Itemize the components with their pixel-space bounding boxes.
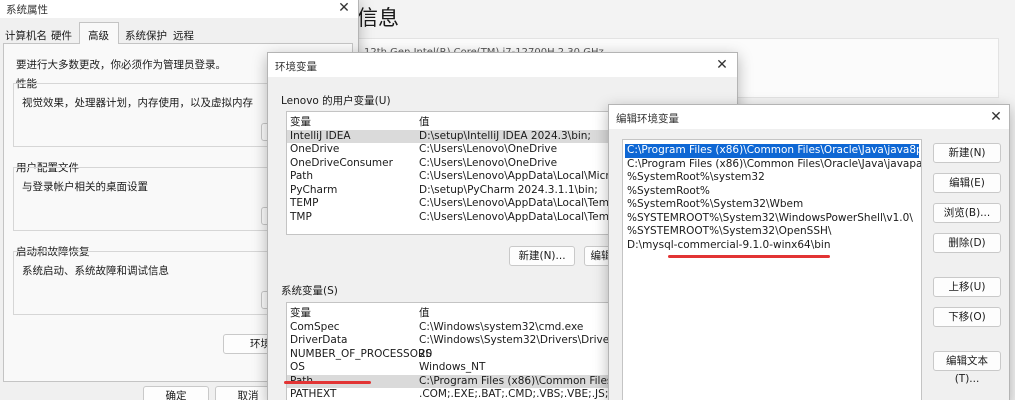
move-up-label: 上移(U)	[948, 281, 986, 293]
table-row[interactable]: ComSpec C:\Windows\system32\cmd.exe	[287, 321, 625, 335]
user-profiles-description: 与登录帐户相关的桌面设置	[22, 181, 148, 193]
annotation-underline-path	[284, 381, 371, 384]
variable-name: TEMP	[290, 197, 319, 209]
new-button[interactable]: 新建(N)	[933, 143, 1001, 163]
new-label: 新建(N)...	[518, 250, 566, 262]
tab-hardware[interactable]: 硬件	[51, 28, 72, 43]
table-row[interactable]: Path C:\Users\Lenovo\AppData\Local\Micros…	[287, 170, 625, 184]
variable-name: TMP	[290, 210, 312, 223]
tab-advanced[interactable]: 高级	[79, 22, 119, 44]
variable-value: C:\Users\Lenovo\OneDrive	[419, 143, 558, 155]
variable-value: Windows_NT	[419, 361, 486, 373]
edit-environment-variable-window: 编辑环境变量 ✕ C:\Program Files (x86)\Common F…	[608, 104, 1010, 400]
cancel-label: 取消	[237, 390, 259, 400]
variable-name: PATHEXT	[290, 388, 337, 400]
variable-name: IntelliJ IDEA	[290, 129, 351, 142]
list-item[interactable]: D:\mysql-commercial-9.1.0-winx64\bin	[625, 239, 919, 253]
table-header: 变量 值	[287, 116, 625, 130]
browse-label: 浏览(B)...	[943, 207, 991, 219]
window-title: 编辑环境变量	[616, 113, 679, 125]
list-item[interactable]: %SystemRoot%	[625, 185, 919, 199]
list-item[interactable]: %SYSTEMROOT%\System32\WindowsPowerShell\…	[625, 212, 919, 226]
tab-computer-name[interactable]: 计算机名	[5, 28, 47, 43]
edit-text-label: 编辑文本(T)...	[946, 355, 988, 385]
table-row[interactable]: PATHEXT .COM;.EXE;.BAT;.CMD;.VBS;.VBE;.JS…	[287, 388, 625, 400]
user-variables-label: Lenovo 的用户变量(U)	[281, 95, 391, 107]
list-item[interactable]: C:\Program Files (x86)\Common Files\Orac…	[625, 144, 921, 158]
close-icon[interactable]: ✕	[984, 107, 1008, 127]
annotation-underline-mysql	[668, 255, 830, 258]
table-row[interactable]: IntelliJ IDEA D:\setup\IntelliJ IDEA 2024…	[287, 129, 625, 143]
table-row[interactable]: OS Windows_NT	[287, 361, 625, 375]
move-down-button[interactable]: 下移(O)	[933, 307, 1001, 327]
system-properties-titlebar: 系统属性	[0, 0, 358, 18]
edit-button[interactable]: 编辑(E)	[933, 173, 1001, 193]
browse-button[interactable]: 浏览(B)...	[933, 203, 1001, 223]
column-header-value: 值	[419, 307, 430, 319]
variable-value: C:\Program Files (x86)\Common Files\Orac…	[419, 374, 625, 387]
edit-environment-variable-titlebar: 编辑环境变量	[609, 105, 1009, 129]
column-header-value: 值	[419, 116, 430, 128]
close-icon[interactable]: ✕	[332, 0, 356, 18]
tab-remote[interactable]: 远程	[173, 28, 194, 43]
variable-value: C:\Windows\system32\cmd.exe	[419, 320, 584, 333]
variable-value: 20	[419, 347, 433, 360]
admin-note: 要进行大多数更改，你必须作为管理员登录。	[16, 59, 226, 71]
window-title: 系统属性	[6, 4, 48, 16]
table-row[interactable]: TMP C:\Users\Lenovo\AppData\Local\Temp	[287, 211, 625, 225]
table-row[interactable]: DriverData C:\Windows\System32\Drivers\Dr…	[287, 334, 625, 348]
variable-name: Path	[290, 170, 314, 182]
tab-system-protection[interactable]: 系统保护	[125, 28, 167, 43]
variable-value: C:\Windows\System32\Drivers\DriverData	[419, 334, 626, 346]
delete-button[interactable]: 删除(D)	[933, 233, 1001, 253]
startup-recovery-description: 系统启动、系统故障和调试信息	[22, 265, 169, 277]
list-item[interactable]: C:\Program Files (x86)\Common Files\Orac…	[625, 158, 921, 172]
edit-label: 编辑(E)	[949, 177, 985, 189]
window-title: 环境变量	[275, 61, 317, 73]
variable-value: C:\Users\Lenovo\OneDrive	[419, 156, 558, 169]
variable-name: NUMBER_OF_PROCESSORS	[290, 347, 432, 360]
system-variables-table: 变量 值 ComSpec C:\Windows\system32\cmd.exe D…	[286, 302, 626, 400]
variable-value: C:\Users\Lenovo\AppData\Local\Microsoft\…	[419, 170, 625, 182]
list-item[interactable]: %SYSTEMROOT%\System32\OpenSSH\	[625, 225, 919, 239]
variable-name: OneDriveConsumer	[290, 156, 393, 169]
tab-bar: 计算机名 硬件 高级 系统保护 远程	[3, 22, 353, 44]
variable-value: D:\setup\PyCharm 2024.3.1.1\bin;	[419, 183, 598, 196]
path-entries-list[interactable]: C:\Program Files (x86)\Common Files\Orac…	[622, 139, 922, 400]
list-item[interactable]: %SystemRoot%\System32\Wbem	[625, 198, 919, 212]
edit-text-button[interactable]: 编辑文本(T)...	[933, 351, 1001, 385]
performance-description: 视觉效果，处理器计划，内存使用，以及虚拟内存	[22, 97, 253, 109]
table-header: 变量 值	[287, 307, 625, 321]
ok-button[interactable]: 确定	[143, 386, 209, 400]
user-new-button[interactable]: 新建(N)...	[509, 246, 575, 266]
variable-name: OneDrive	[290, 143, 340, 155]
table-row[interactable]: OneDriveConsumer C:\Users\Lenovo\OneDrive	[287, 157, 625, 171]
system-variables-label: 系统变量(S)	[281, 285, 338, 297]
table-row[interactable]: PyCharm D:\setup\PyCharm 2024.3.1.1\bin;	[287, 184, 625, 198]
table-row[interactable]: TEMP C:\Users\Lenovo\AppData\Local\Temp	[287, 197, 625, 211]
user-variables-table: 变量 值 IntelliJ IDEA D:\setup\IntelliJ IDEA…	[286, 111, 626, 235]
variable-value: .COM;.EXE;.BAT;.CMD;.VBS;.VBE;.JS;.JSE;.…	[419, 388, 625, 400]
table-row[interactable]: OneDrive C:\Users\Lenovo\OneDrive	[287, 143, 625, 157]
delete-label: 删除(D)	[948, 237, 986, 249]
column-header-variable: 变量	[290, 116, 311, 128]
variable-name: DriverData	[290, 334, 348, 346]
variable-name: PyCharm	[290, 183, 338, 196]
new-label: 新建(N)	[948, 147, 986, 159]
table-row[interactable]: NUMBER_OF_PROCESSORS 20	[287, 348, 625, 362]
variable-name: OS	[290, 361, 305, 373]
variable-value: D:\setup\IntelliJ IDEA 2024.3\bin;	[419, 129, 591, 142]
close-icon[interactable]: ✕	[710, 55, 734, 75]
page-title: 信息	[357, 6, 399, 30]
ok-label: 确定	[165, 390, 187, 400]
variable-value: C:\Users\Lenovo\AppData\Local\Temp	[419, 197, 616, 209]
move-down-label: 下移(O)	[948, 311, 986, 323]
environment-variables-titlebar: 环境变量	[268, 53, 737, 77]
column-header-variable: 变量	[290, 307, 311, 319]
variable-name: ComSpec	[290, 320, 340, 333]
list-item[interactable]: %SystemRoot%\system32	[625, 171, 919, 185]
move-up-button[interactable]: 上移(U)	[933, 277, 1001, 297]
variable-value: C:\Users\Lenovo\AppData\Local\Temp	[419, 210, 616, 223]
